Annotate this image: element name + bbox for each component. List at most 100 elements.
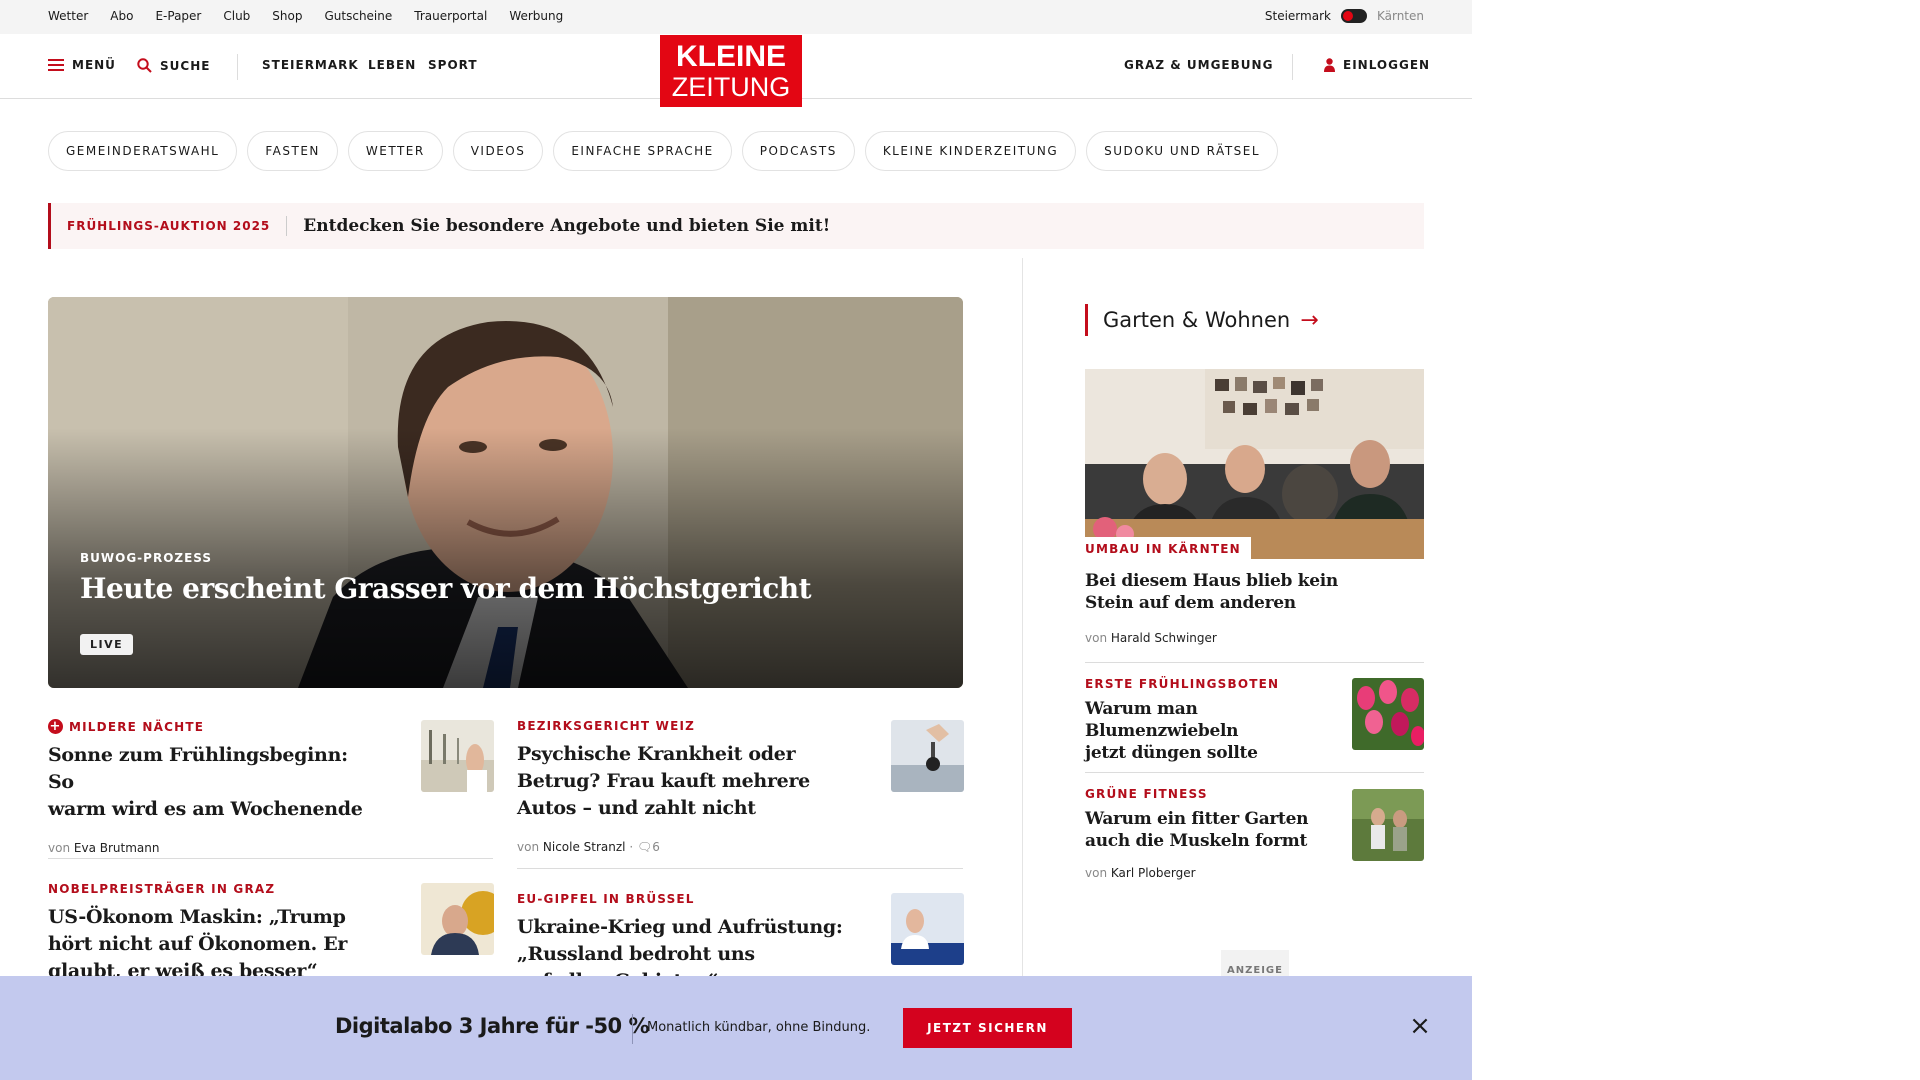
header-divider (237, 54, 238, 80)
article-title[interactable]: US-Ökonom Maskin: „Trump hört nicht auf … (48, 904, 378, 985)
article-title-line: warm wird es am Wochenende (48, 798, 363, 820)
article-thumbnail[interactable] (891, 720, 964, 792)
site-logo[interactable]: KLEINE ZEITUNG (660, 35, 802, 107)
chip-videos[interactable]: VIDEOS (452, 131, 544, 171)
article-thumbnail[interactable] (1352, 789, 1424, 861)
main-header: MENÜ SUCHE STEIERMARK LEBEN SPORT KLEINE… (0, 34, 1472, 107)
sidebar-teaser[interactable]: ERSTE FRÜHLINGSBOTEN Warum man Blumenzwi… (1085, 677, 1340, 764)
sidebar-photo (1085, 369, 1424, 559)
region-steiermark[interactable]: Steiermark (1265, 9, 1331, 23)
article-title[interactable]: Warum ein fitter Garten auch die Muskeln… (1085, 808, 1340, 852)
hero-kicker: BUWOG-PROZESS (80, 551, 213, 565)
utility-link-epaper[interactable]: E-Paper (155, 9, 201, 23)
utility-link-werbung[interactable]: Werbung (509, 9, 563, 23)
article-teaser[interactable]: NOBELPREISTRÄGER IN GRAZ US-Ökonom Maski… (48, 882, 378, 985)
article-title[interactable]: Psychische Krankheit oder Betrug? Frau k… (517, 741, 857, 822)
region-toggle[interactable] (1340, 9, 1367, 23)
article-divider (48, 858, 493, 859)
article-kicker-text: MILDERE NÄCHTE (69, 719, 205, 734)
utility-link-gutscheine[interactable]: Gutscheine (324, 9, 392, 23)
chip-podcasts[interactable]: PODCASTS (741, 131, 855, 171)
article-teaser[interactable]: BEZIRKSGERICHT WEIZ Psychische Krankheit… (517, 719, 857, 854)
article-title-line: Bei diesem Haus blieb kein (1085, 571, 1338, 591)
article-title[interactable]: Warum man Blumenzwiebeln jetzt düngen so… (1085, 698, 1340, 764)
thumbnail-image (1352, 678, 1424, 750)
hero-title[interactable]: Heute erscheint Grasser vor dem Höchstge… (80, 572, 812, 605)
nav-steiermark[interactable]: STEIERMARK (262, 58, 359, 72)
utility-link-club[interactable]: Club (223, 9, 250, 23)
search-icon (137, 58, 152, 73)
sidebar-lead-teaser[interactable]: Bei diesem Haus blieb kein Stein auf dem… (1085, 562, 1424, 645)
chip-sudoku[interactable]: SUDOKU UND RÄTSEL (1086, 131, 1279, 171)
logo-line-2: ZEITUNG (671, 71, 791, 102)
article-thumbnail[interactable] (421, 720, 494, 792)
article-teaser[interactable]: + MILDERE NÄCHTE Sonne zum Frühlingsbegi… (48, 719, 378, 855)
promo-banner[interactable]: FRÜHLINGS-AUKTION 2025 Entdecken Sie bes… (48, 203, 1424, 249)
article-byline: von Eva Brutmann (48, 841, 378, 855)
chip-wetter[interactable]: WETTER (347, 131, 443, 171)
chip-fasten[interactable]: FASTEN (247, 131, 338, 171)
chip-kinderzeitung[interactable]: KLEINE KINDERZEITUNG (864, 131, 1077, 171)
article-thumbnail[interactable] (1352, 678, 1424, 750)
sidebar-teaser[interactable]: GRÜNE FITNESS Warum ein fitter Garten au… (1085, 787, 1340, 880)
nav-leben[interactable]: LEBEN (368, 58, 416, 72)
search-button[interactable]: SUCHE (137, 58, 210, 73)
byline-prefix: von (48, 841, 71, 855)
region-kaernten[interactable]: Kärnten (1377, 9, 1424, 23)
sidebar-lead-title[interactable]: Bei diesem Haus blieb kein Stein auf dem… (1085, 570, 1424, 614)
nav-sport[interactable]: SPORT (428, 58, 478, 72)
utility-link-trauerportal[interactable]: Trauerportal (414, 9, 487, 23)
article-kicker: ERSTE FRÜHLINGSBOTEN (1085, 677, 1280, 691)
article-title[interactable]: Sonne zum Frühlingsbeginn: So warm wird … (48, 742, 378, 823)
header-divider-right (1292, 54, 1293, 80)
comment-icon[interactable]: 🗨 (637, 840, 652, 854)
chip-einfache-sprache[interactable]: EINFACHE SPRACHE (553, 131, 732, 171)
close-icon[interactable]: × (1408, 1013, 1432, 1039)
byline-author[interactable]: Nicole Stranzl (543, 840, 626, 854)
user-icon (1324, 58, 1335, 72)
subscription-divider (632, 1014, 633, 1044)
promo-message: Entdecken Sie besondere Angebote und bie… (303, 216, 831, 236)
location-selector[interactable]: GRAZ & UMGEBUNG (1124, 58, 1273, 72)
hamburger-icon (48, 59, 64, 71)
utility-links: Wetter Abo E-Paper Club Shop Gutscheine … (48, 9, 563, 23)
article-kicker: BEZIRKSGERICHT WEIZ (517, 719, 696, 733)
byline-separator: · (629, 840, 637, 854)
sidebar-divider (1085, 662, 1424, 663)
article-title-line: US-Ökonom Maskin: „Trump (48, 906, 346, 928)
login-label: EINLOGGEN (1343, 58, 1431, 72)
byline-author[interactable]: Harald Schwinger (1111, 631, 1217, 645)
utility-link-shop[interactable]: Shop (272, 9, 302, 23)
article-byline: von Nicole Stranzl · 🗨6 (517, 840, 857, 854)
comment-count[interactable]: 6 (652, 840, 660, 854)
byline-author[interactable]: Karl Ploberger (1111, 866, 1196, 880)
article-title-line: auch die Muskeln formt (1085, 831, 1308, 851)
sidebar-section-title[interactable]: Garten & Wohnen → (1085, 304, 1319, 336)
promo-tag: FRÜHLINGS-AUKTION 2025 (51, 216, 288, 236)
article-kicker: EU-GIPFEL IN BRÜSSEL (517, 892, 695, 906)
article-title-line: Sonne zum Frühlingsbeginn: So (48, 744, 348, 793)
sidebar-divider (1085, 772, 1424, 773)
chip-gemeinderatswahl[interactable]: GEMEINDERATSWAHL (48, 131, 238, 171)
arrow-right-icon: → (1300, 307, 1319, 333)
article-title-line: „Russland bedroht uns (517, 943, 755, 965)
plus-icon: + (48, 719, 63, 734)
page: Wetter Abo E-Paper Club Shop Gutscheine … (0, 0, 1472, 1080)
thumbnail-image (891, 893, 964, 965)
byline-prefix: von (517, 840, 540, 854)
sidebar-section-label: Garten & Wohnen (1103, 308, 1291, 332)
byline-author[interactable]: Eva Brutmann (74, 841, 160, 855)
article-byline: von Harald Schwinger (1085, 631, 1424, 645)
toggle-knob (1342, 11, 1353, 21)
menu-label: MENÜ (72, 58, 116, 72)
sidebar-lead-image[interactable]: UMBAU IN KÄRNTEN (1085, 369, 1424, 559)
article-thumbnail[interactable] (421, 883, 494, 955)
subscribe-button[interactable]: JETZT SICHERN (903, 1008, 1072, 1048)
utility-link-abo[interactable]: Abo (110, 9, 133, 23)
menu-button[interactable]: MENÜ (48, 58, 116, 72)
blank-area (1472, 0, 1920, 1080)
login-button[interactable]: EINLOGGEN (1324, 58, 1430, 72)
hero-article[interactable]: BUWOG-PROZESS Heute erscheint Grasser vo… (48, 297, 963, 688)
utility-link-wetter[interactable]: Wetter (48, 9, 88, 23)
article-thumbnail[interactable] (891, 893, 964, 965)
